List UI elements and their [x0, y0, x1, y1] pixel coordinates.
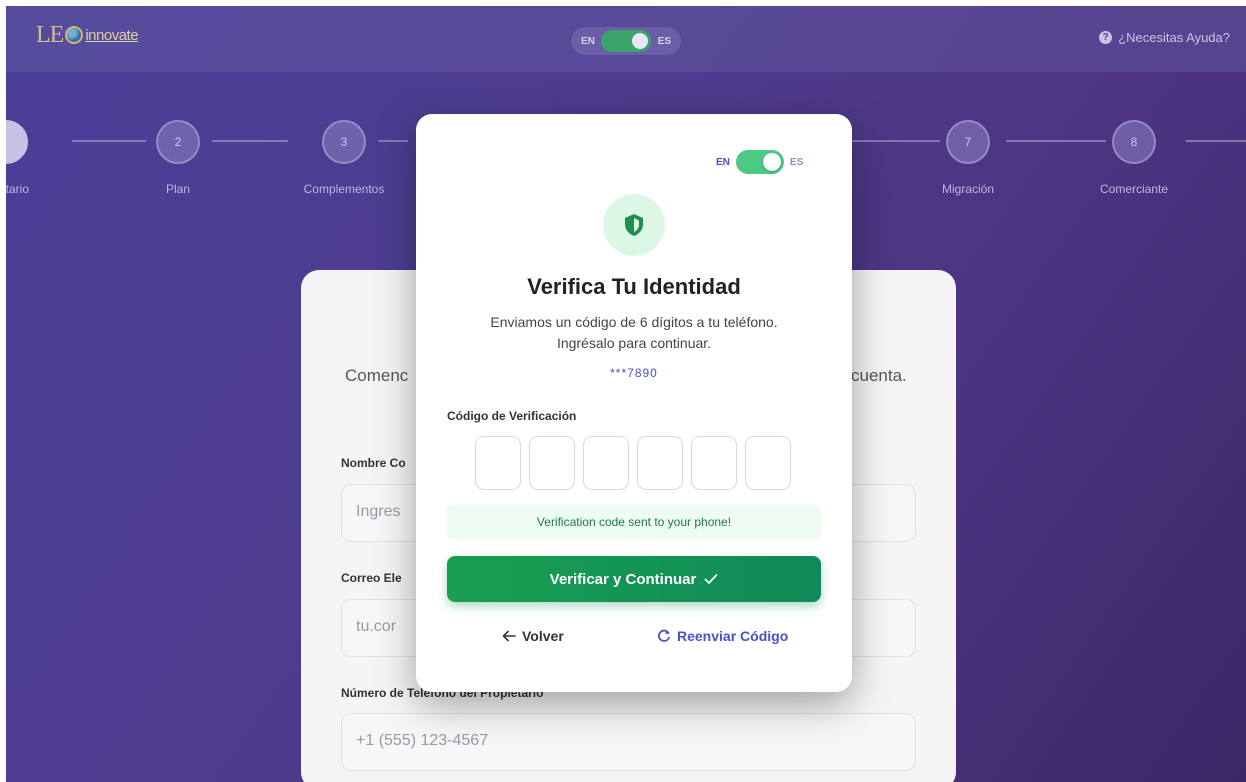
question-icon: ?: [1099, 31, 1113, 44]
otp-digit-1[interactable]: [475, 436, 521, 490]
logo: LE innovate: [36, 21, 139, 48]
modal-language-toggle[interactable]: EN ES: [716, 150, 803, 174]
modal-subtitle: Enviamos un código de 6 dígitos a tu tel…: [444, 312, 824, 354]
modal-language-switch[interactable]: [735, 150, 784, 174]
resend-button-label: Reenviar Código: [677, 628, 789, 644]
modal-title: Verifica Tu Identidad: [527, 274, 741, 299]
step-1-circle[interactable]: [6, 120, 28, 164]
back-button[interactable]: Volver: [502, 628, 564, 644]
step-connector: [1186, 140, 1246, 142]
shield-icon: [625, 214, 643, 236]
step-7-label: Migración: [941, 182, 995, 196]
success-message: Verification code sent to your phone!: [447, 505, 821, 539]
step-7-circle[interactable]: 7: [946, 120, 990, 164]
step-2-circle[interactable]: 2: [156, 120, 200, 164]
email-label: Correo Ele: [341, 571, 402, 585]
step-8-circle[interactable]: 8: [1112, 120, 1156, 164]
header-language-toggle[interactable]: EN ES: [571, 27, 681, 55]
lang-en-label: EN: [581, 35, 595, 47]
modal-lang-es: ES: [789, 156, 804, 168]
otp-digit-2[interactable]: [529, 436, 575, 490]
email-placeholder: tu.cor: [356, 618, 397, 635]
language-switch[interactable]: [601, 30, 652, 52]
code-label: Código de Verificación: [447, 409, 577, 423]
resend-code-button[interactable]: Reenviar Código: [657, 628, 788, 644]
otp-digit-3[interactable]: [583, 436, 629, 490]
help-link[interactable]: ? ¿Necesitas Ayuda?: [1099, 30, 1230, 45]
modal-lang-en: EN: [716, 156, 730, 168]
lang-es-label: ES: [657, 35, 671, 47]
arrow-left-icon: [502, 630, 516, 642]
refresh-icon: [658, 629, 670, 642]
step-connector: [852, 140, 940, 142]
page-background: LE innovate EN ES ? ¿Necesitas Ayuda? op…: [6, 6, 1246, 782]
logo-text: innovate: [85, 26, 139, 44]
step-connector: [212, 140, 288, 142]
back-button-label: Volver: [522, 628, 564, 644]
step-connector: [1006, 140, 1106, 142]
otp-digit-5[interactable]: [691, 436, 737, 490]
otp-digit-4[interactable]: [637, 436, 683, 490]
shield-badge: [603, 194, 665, 256]
logo-mark: LE: [36, 21, 64, 48]
step-2-label: Plan: [165, 182, 191, 196]
verify-identity-modal: EN ES Verifica Tu Identidad Enviamos un …: [416, 114, 852, 692]
step-connector: [72, 140, 146, 142]
phone-placeholder: +1 (555) 123-4567: [356, 732, 489, 749]
help-label: ¿Necesitas Ayuda?: [1118, 30, 1230, 45]
globe-icon: [65, 26, 84, 44]
check-icon: [704, 574, 718, 584]
step-connector: [378, 140, 408, 142]
top-bar: LE innovate EN ES ? ¿Necesitas Ayuda?: [6, 6, 1246, 72]
otp-digit-6[interactable]: [745, 436, 791, 490]
phone-input[interactable]: +1 (555) 123-4567: [341, 713, 916, 771]
subtitle-line-2: Ingrésalo para continuar.: [556, 335, 712, 351]
step-8-label: Comerciante: [1099, 182, 1169, 196]
step-3-label: Complementos: [303, 182, 385, 196]
masked-phone: ***7890: [610, 366, 658, 380]
step-1-label: opietario: [6, 182, 30, 196]
owner-name-label: Nombre Co: [341, 456, 406, 470]
verify-button-label: Verificar y Continuar: [549, 570, 697, 588]
otp-inputs: [475, 436, 791, 490]
step-3-circle[interactable]: 3: [322, 120, 366, 164]
form-intro: Comenc: [345, 366, 409, 385]
subtitle-line-1: Enviamos un código de 6 dígitos a tu tel…: [490, 314, 778, 330]
verify-continue-button[interactable]: Verificar y Continuar: [447, 556, 821, 602]
form-intro-end: cuenta.: [851, 366, 907, 385]
owner-name-placeholder: Ingres: [356, 503, 401, 520]
